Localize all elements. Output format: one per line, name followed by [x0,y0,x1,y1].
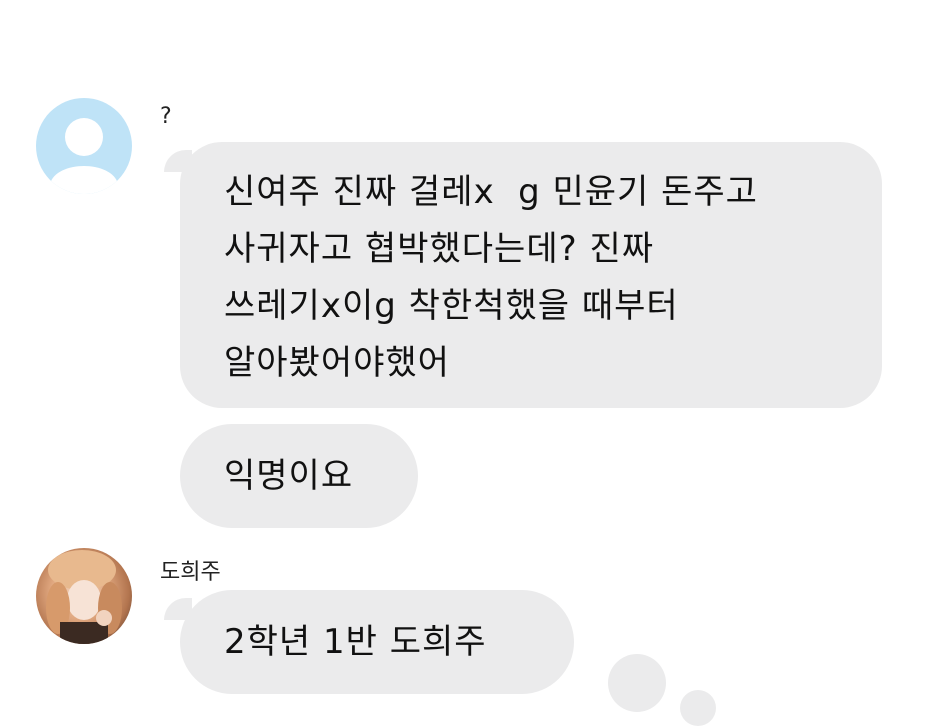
message-bubble[interactable]: 신여주 진짜 걸레x g 민윤기 돈주고 사귀자고 협박했다는데? 진짜 쓰레기… [180,142,882,408]
sender-name: 도희주 [160,560,221,585]
sender-name: ? [160,104,172,129]
message-bubble[interactable]: 2학년 1반 도희주 [180,590,574,694]
typing-indicator-dot [608,654,666,712]
profile-photo-avatar[interactable] [36,548,132,644]
message-text: 신여주 진짜 걸레x g 민윤기 돈주고 사귀자고 협박했다는데? 진짜 쓰레기… [224,172,758,383]
typing-indicator-dot [680,690,716,726]
message-text: 2학년 1반 도희주 [224,622,487,662]
message-bubble[interactable]: 익명이요 [180,424,418,528]
message-text: 익명이요 [224,456,354,496]
user-silhouette-icon [50,118,118,194]
default-avatar[interactable] [36,98,132,194]
profile-photo-image [36,548,132,644]
